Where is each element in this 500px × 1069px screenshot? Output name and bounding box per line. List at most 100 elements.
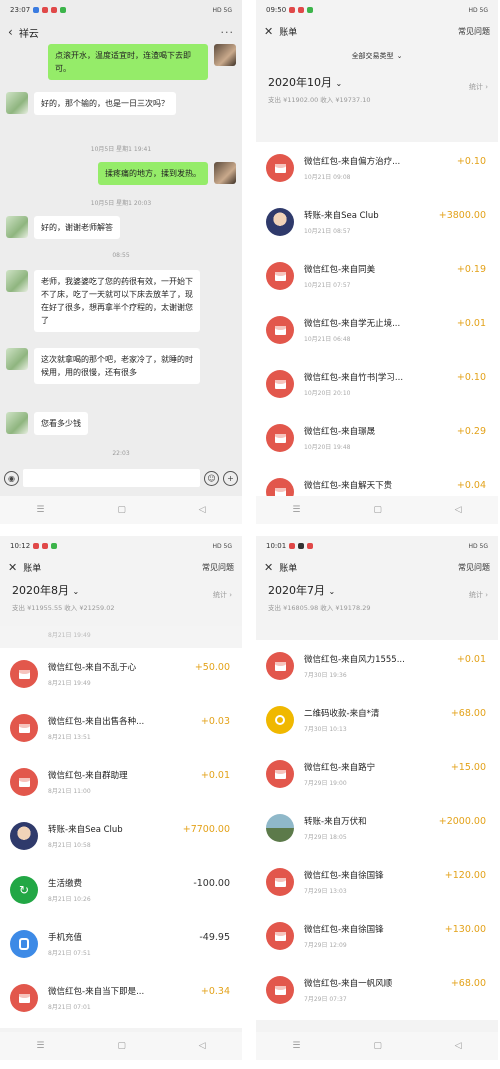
message-bubble[interactable]: 好的，那个输的，也是一日三次吗？	[34, 92, 176, 115]
avatar[interactable]	[6, 348, 28, 370]
month-label: 2020年10月	[268, 76, 332, 89]
stats-label: 统计	[468, 83, 483, 91]
transaction-row[interactable]: 微信红包-来自学无止境... 10月21日 06:48 +0.01	[256, 304, 498, 360]
redpacket-icon	[266, 868, 294, 896]
faq-link[interactable]: 常见问题	[202, 562, 234, 573]
transaction-name: 微信红包-来自不乱于心	[48, 663, 137, 673]
phone-icon	[10, 930, 38, 958]
transaction-row[interactable]: 转账-来自Sea Club 10月21日 08:57 +3800.00	[256, 196, 498, 252]
system-nav-bar: ☰ ▢ ◁	[256, 496, 498, 524]
message-bubble[interactable]: 老师，我婆婆吃了您的药很有效，一开始下不了床，吃了一天就可以下床去放羊了，现在好…	[34, 270, 200, 332]
transaction-time: 8月21日 10:26	[48, 896, 91, 903]
message-bubble[interactable]: 揉疼痛的地方，揉到发热。	[98, 162, 208, 185]
close-icon[interactable]: ✕	[8, 561, 17, 574]
status-time: 23:07	[10, 6, 31, 14]
avatar[interactable]	[6, 412, 28, 434]
transaction-row[interactable]: 微信红包-来自路宁 7月29日 19:00 +15.00	[256, 748, 498, 804]
transaction-row[interactable]: 微信红包-来自徐国锋 7月29日 12:09 +130.00	[256, 910, 498, 966]
month-summary: 2020年10月 ⌄ 支出 ¥11902.00 收入 ¥19737.10 统计 …	[256, 70, 498, 110]
emoji-icon[interactable]: ☺	[204, 470, 219, 486]
transaction-amount: +0.10	[456, 372, 486, 383]
stats-button[interactable]: 统计 ›	[469, 590, 488, 600]
redpacket-icon	[10, 714, 38, 742]
bill-header: ✕ 账单 常见问题	[256, 556, 498, 578]
message-bubble[interactable]: 这次就拿喝的那个吧，老家冷了，就睡的时候用，用的很慢，还有很多	[34, 348, 200, 384]
message-incoming: 这次就拿喝的那个吧，老家冷了，就睡的时候用，用的很慢，还有很多	[6, 348, 200, 384]
transaction-time: 10月20日 19:48	[304, 444, 351, 451]
close-icon[interactable]: ✕	[264, 561, 273, 574]
more-options-icon[interactable]: ···	[221, 26, 235, 39]
month-selector[interactable]: 2020年8月 ⌄	[12, 582, 230, 598]
message-bubble[interactable]: 点滚开水，温度适宜时，连渣喝下去即可。	[48, 44, 208, 80]
transaction-row[interactable]: 微信红包-来自偏方治疗... 10月21日 09:08 +0.10	[256, 142, 498, 198]
transaction-row[interactable]: 微信红包-来自当下即是... 8月21日 07:01 +0.34	[0, 972, 242, 1028]
transaction-row[interactable]: 微信红包-来自徐国锋 7月29日 13:03 +120.00	[256, 856, 498, 912]
message-list[interactable]: 点滚开水，温度适宜时，连渣喝下去即可。 好的，那个输的，也是一日三次吗？ 10月…	[0, 44, 242, 462]
message-incoming: 好的，谢谢老师解答	[6, 216, 120, 239]
transaction-row[interactable]: 二维码收款-来自*清 7月30日 10:13 +68.00	[256, 694, 498, 750]
home-icon[interactable]: ▢	[117, 1041, 126, 1051]
transaction-row[interactable]: 微信红包-来自不乱于心 8月21日 19:49 +50.00	[0, 648, 242, 704]
avatar[interactable]	[6, 270, 28, 292]
transaction-amount: +0.10	[456, 156, 486, 167]
redpacket-icon	[10, 660, 38, 688]
stats-button[interactable]: 统计 ›	[213, 590, 232, 600]
menu-icon[interactable]: ☰	[36, 1041, 44, 1051]
menu-icon[interactable]: ☰	[36, 505, 44, 515]
transaction-row[interactable]: 转账-来自万伏和 7月29日 18:05 +2000.00	[256, 802, 498, 858]
bill-screen-october: 09:50 HD 5G ✕ 账单 常见问题 全部交易类型 ⌄ 2020年10月 …	[256, 0, 498, 524]
transaction-row[interactable]: 微信红包-来自竹书|学习... 10月20日 20:10 +0.10	[256, 358, 498, 414]
notification-icon	[289, 543, 296, 549]
message-input[interactable]	[23, 469, 200, 487]
transaction-row[interactable]: 微信红包-来自群助理 8月21日 11:00 +0.01	[0, 756, 242, 812]
transaction-row[interactable]: 微信红包-来自一帆风顺 7月29日 07:37 +68.00	[256, 964, 498, 1020]
home-icon[interactable]: ▢	[373, 505, 382, 515]
home-icon[interactable]: ▢	[373, 1041, 382, 1051]
menu-icon[interactable]: ☰	[292, 505, 300, 515]
month-selector[interactable]: 2020年7月 ⌄	[268, 582, 486, 598]
close-icon[interactable]: ✕	[264, 25, 273, 38]
transaction-name: 微信红包-来自解天下贵	[304, 481, 393, 491]
home-icon[interactable]: ▢	[117, 505, 126, 515]
faq-link[interactable]: 常见问题	[458, 562, 490, 573]
chat-input-bar: ◉ ☺ +	[0, 466, 242, 490]
avatar[interactable]	[6, 216, 28, 238]
transaction-type-filter[interactable]: 全部交易类型 ⌄	[256, 42, 498, 70]
transaction-row[interactable]: 手机充值 8月21日 07:51 -49.95	[0, 918, 242, 974]
transaction-row[interactable]: 微信红包-来自出售各种... 8月21日 13:51 +0.03	[0, 702, 242, 758]
back-icon[interactable]: ◁	[455, 505, 462, 515]
stats-button[interactable]: 统计 ›	[469, 82, 488, 92]
back-arrow-icon[interactable]: ‹	[8, 25, 13, 39]
back-icon[interactable]: ◁	[199, 505, 206, 515]
transaction-row[interactable]: 微信红包-来自风力1555... 7月30日 19:36 +0.01	[256, 640, 498, 696]
message-bubble[interactable]: 您看多少钱	[34, 412, 88, 435]
back-icon[interactable]: ◁	[199, 1041, 206, 1051]
transaction-amount: +15.00	[450, 762, 486, 773]
back-icon[interactable]: ◁	[455, 1041, 462, 1051]
menu-icon[interactable]: ☰	[292, 1041, 300, 1051]
transaction-row[interactable]: 转账-来自Sea Club 8月21日 10:58 +7700.00	[0, 810, 242, 866]
transaction-time: 8月21日 19:49	[48, 680, 91, 687]
voice-icon[interactable]: ◉	[4, 470, 19, 486]
avatar[interactable]	[214, 44, 236, 66]
transaction-row[interactable]: 微信红包-来自璟晟 10月20日 19:48 +0.29	[256, 412, 498, 468]
transaction-amount: +3800.00	[438, 210, 486, 221]
notification-icon	[51, 543, 58, 549]
month-selector[interactable]: 2020年10月 ⌄	[268, 74, 486, 90]
message-bubble[interactable]: 好的，谢谢老师解答	[34, 216, 120, 239]
bill-header: ✕ 账单 常见问题	[0, 556, 242, 578]
redpacket-icon	[10, 768, 38, 796]
signal-indicator: HD 5G	[468, 6, 488, 14]
qr-icon	[266, 706, 294, 734]
notification-icon	[289, 7, 296, 13]
status-bar: 10:12 HD 5G	[0, 536, 242, 556]
transaction-amount: +0.04	[456, 480, 486, 491]
avatar[interactable]	[214, 162, 236, 184]
transaction-row[interactable]: 微信红包-来自同美 10月21日 07:57 +0.19	[256, 250, 498, 306]
add-icon[interactable]: +	[223, 470, 238, 486]
transaction-row[interactable]: ↻ 生活缴费 8月21日 10:26 -100.00	[0, 864, 242, 920]
faq-link[interactable]: 常见问题	[458, 26, 490, 37]
redpacket-icon	[266, 424, 294, 452]
month-summary: 2020年8月 ⌄ 支出 ¥11955.55 收入 ¥21259.02 统计 ›	[0, 578, 242, 618]
avatar[interactable]	[6, 92, 28, 114]
